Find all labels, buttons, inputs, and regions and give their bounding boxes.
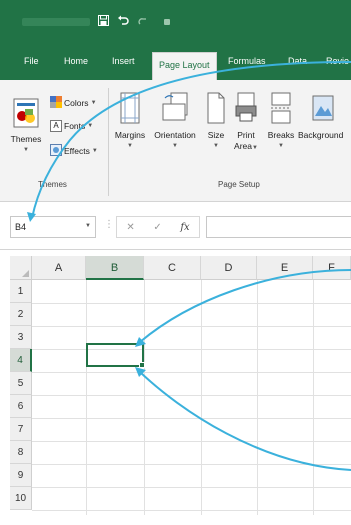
- row-header-2[interactable]: 2: [10, 303, 32, 326]
- cancel-icon[interactable]: ✕: [126, 222, 134, 233]
- size-dropdown-icon: ▼: [213, 143, 219, 149]
- insert-function-icon[interactable]: fx: [180, 222, 189, 233]
- orientation-icon: [148, 92, 202, 127]
- row-header-1[interactable]: 1: [10, 280, 32, 303]
- formula-input[interactable]: [206, 216, 351, 238]
- resize-handle-icon[interactable]: ⋮: [104, 219, 114, 230]
- gridline: [201, 280, 202, 515]
- themes-label: Themes: [10, 134, 42, 144]
- name-box-value: B4: [15, 222, 27, 232]
- breaks-button[interactable]: Breaks ▼: [266, 92, 296, 152]
- breaks-dropdown-icon: ▼: [278, 143, 284, 149]
- row-header-10[interactable]: 10: [10, 487, 32, 510]
- fill-handle[interactable]: [139, 362, 145, 368]
- gridline: [32, 349, 351, 350]
- gridline: [86, 280, 87, 515]
- group-divider: [108, 88, 109, 196]
- themes-button[interactable]: Themes ▼: [8, 98, 44, 156]
- select-all-button[interactable]: [10, 256, 32, 280]
- undo-icon[interactable]: [116, 14, 130, 30]
- orientation-button[interactable]: Orientation ▼: [148, 92, 202, 152]
- effects-dropdown-icon: ▼: [91, 148, 98, 154]
- orientation-dropdown-icon: ▼: [172, 143, 178, 149]
- save-icon[interactable]: [96, 14, 110, 30]
- redo-icon[interactable]: [136, 14, 150, 30]
- worksheet-grid: A B C D E F 1 2 3 4 5 6 7 8 9 10: [0, 250, 351, 515]
- gridline: [257, 280, 258, 515]
- fonts-dropdown-icon: ▼: [87, 123, 94, 129]
- background-button[interactable]: Background: [298, 92, 351, 141]
- enter-icon[interactable]: ✓: [153, 222, 161, 233]
- size-icon: [204, 92, 228, 127]
- customize-qat-icon[interactable]: [164, 19, 170, 25]
- gridline: [32, 510, 351, 511]
- tab-page-layout[interactable]: Page Layout: [152, 52, 217, 80]
- row-header-7[interactable]: 7: [10, 418, 32, 441]
- gridline: [32, 487, 351, 488]
- column-header-d[interactable]: D: [201, 256, 257, 280]
- print-area-icon: [230, 92, 262, 127]
- formula-bar: B4 ▼ ⋮ ✕ ✓ fx: [0, 202, 351, 250]
- formula-buttons: ✕ ✓ fx: [116, 216, 200, 238]
- tab-formulas[interactable]: Formulas: [228, 56, 266, 66]
- column-header-e[interactable]: E: [257, 256, 313, 280]
- row-header-6[interactable]: 6: [10, 395, 32, 418]
- column-header-a[interactable]: A: [32, 256, 86, 280]
- title-bar: [0, 0, 351, 44]
- gridline: [32, 326, 351, 327]
- autosave-blurred: [22, 18, 90, 26]
- row-header-9[interactable]: 9: [10, 464, 32, 487]
- page-setup-group-label: Page Setup: [218, 180, 260, 189]
- gridline: [32, 372, 351, 373]
- gridline: [313, 280, 314, 515]
- gridline: [32, 395, 351, 396]
- tab-file[interactable]: File: [24, 56, 39, 66]
- column-header-c[interactable]: C: [144, 256, 201, 280]
- gridline: [144, 280, 145, 515]
- themes-group-label: Themes: [38, 180, 67, 189]
- row-header-8[interactable]: 8: [10, 441, 32, 464]
- row-header-4[interactable]: 4: [10, 349, 32, 372]
- ribbon-tabs: File Home Insert Page Layout Formulas Da…: [0, 44, 351, 80]
- themes-icon: [8, 98, 44, 131]
- size-button[interactable]: Size ▼: [204, 92, 228, 152]
- gridline: [32, 464, 351, 465]
- column-header-f[interactable]: F: [313, 256, 351, 280]
- ribbon: Themes ▼ Colors ▼ A Fonts ▼ Effects ▼ Theme…: [0, 80, 351, 202]
- quick-access-toolbar: [22, 14, 170, 30]
- colors-button[interactable]: Colors ▼: [50, 96, 97, 110]
- effects-icon: [50, 144, 62, 158]
- tab-review[interactable]: Revie: [326, 56, 349, 66]
- tab-insert[interactable]: Insert: [112, 56, 135, 66]
- tab-data[interactable]: Data: [288, 56, 307, 66]
- tab-home[interactable]: Home: [64, 56, 88, 66]
- column-header-b[interactable]: B: [86, 256, 144, 280]
- name-box-dropdown-icon[interactable]: ▼: [85, 223, 91, 229]
- active-cell-b4[interactable]: [86, 343, 144, 367]
- gridline: [32, 418, 351, 419]
- themes-dropdown-icon: ▼: [23, 147, 29, 153]
- breaks-icon: [266, 92, 296, 127]
- effects-button[interactable]: Effects ▼: [50, 144, 98, 158]
- print-area-dropdown-icon: ▼: [252, 145, 258, 151]
- row-header-5[interactable]: 5: [10, 372, 32, 395]
- gridline: [32, 303, 351, 304]
- print-area-button[interactable]: Print Area▼: [230, 92, 262, 154]
- margins-button[interactable]: Margins ▼: [112, 92, 148, 152]
- fonts-button[interactable]: A Fonts ▼: [50, 120, 93, 132]
- background-icon: [312, 92, 351, 127]
- name-box[interactable]: B4 ▼: [10, 216, 96, 238]
- fonts-icon: A: [50, 120, 62, 132]
- gridline: [32, 441, 351, 442]
- colors-dropdown-icon: ▼: [90, 100, 97, 106]
- colors-icon: [50, 96, 62, 110]
- bottom-edge: [0, 515, 351, 525]
- margins-dropdown-icon: ▼: [127, 143, 133, 149]
- margins-icon: [112, 92, 148, 127]
- row-header-3[interactable]: 3: [10, 326, 32, 349]
